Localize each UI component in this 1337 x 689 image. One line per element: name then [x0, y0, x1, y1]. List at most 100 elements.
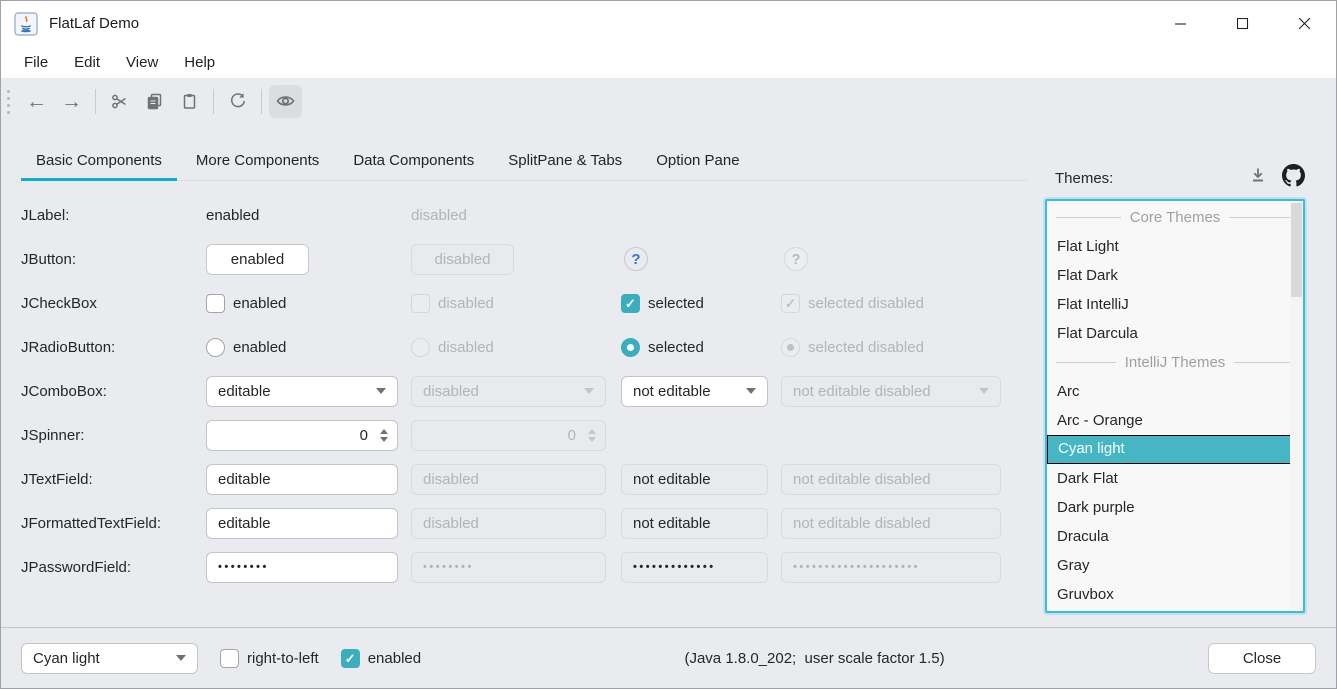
eye-icon: [276, 93, 295, 109]
menu-edit[interactable]: Edit: [61, 49, 113, 76]
check-icon: ✓: [345, 652, 356, 665]
bottom-bar: Cyan light right-to-left ✓ enabled (Java…: [1, 627, 1336, 688]
radio-enabled[interactable]: [206, 338, 225, 357]
theme-item-flat-darcula[interactable]: Flat Darcula: [1047, 319, 1303, 348]
enabled-label: enabled: [368, 650, 421, 667]
checkbox-selected-disabled: ✓: [781, 294, 800, 313]
toolbar: ← →: [1, 79, 1336, 123]
radio-selected[interactable]: [621, 338, 640, 357]
theme-combobox-value: Cyan light: [33, 650, 100, 667]
combobox-value: not editable: [633, 383, 711, 400]
radio-selected-disabled: [781, 338, 800, 357]
paste-button[interactable]: [173, 85, 206, 118]
checkbox-label: disabled: [438, 295, 494, 312]
enabled-checkbox[interactable]: ✓: [341, 649, 360, 668]
tab-basic-components[interactable]: Basic Components: [21, 141, 177, 180]
theme-item-cyan-light[interactable]: Cyan light: [1047, 435, 1303, 464]
toolbar-separator: [261, 89, 262, 114]
row-label: JLabel:: [21, 207, 206, 224]
theme-item-arc[interactable]: Arc: [1047, 377, 1303, 406]
theme-item-dark-flat[interactable]: Dark Flat: [1047, 464, 1303, 493]
java-app-icon: [14, 12, 38, 36]
question-mark-icon: ?: [791, 251, 800, 268]
menu-help[interactable]: Help: [171, 49, 228, 76]
combobox-value: editable: [218, 383, 271, 400]
github-icon[interactable]: [1282, 164, 1305, 192]
close-window-button[interactable]: [1274, 1, 1336, 46]
menu-file[interactable]: File: [11, 49, 61, 76]
button-enabled[interactable]: enabled: [206, 244, 309, 275]
theme-item-dark-purple[interactable]: Dark purple: [1047, 493, 1303, 522]
password-field-enabled[interactable]: ••••••••: [206, 552, 398, 583]
password-field-not-editable-disabled: ••••••••••••••••••••: [781, 552, 1001, 583]
theme-item-gray[interactable]: Gray: [1047, 551, 1303, 580]
minimize-button[interactable]: [1150, 1, 1212, 46]
spinner-enabled[interactable]: 0: [206, 420, 398, 451]
window-title: FlatLaf Demo: [49, 15, 139, 32]
tab-option-pane[interactable]: Option Pane: [641, 141, 754, 180]
row-label: JTextField:: [21, 471, 206, 488]
theme-item-flat-intellij[interactable]: Flat IntelliJ: [1047, 290, 1303, 319]
show-hide-toggle-button[interactable]: [269, 85, 302, 118]
theme-item-flat-dark[interactable]: Flat Dark: [1047, 261, 1303, 290]
checkbox-selected[interactable]: ✓: [621, 294, 640, 313]
spinner-arrows[interactable]: [380, 429, 388, 442]
menubar: File Edit View Help: [1, 46, 1336, 79]
spinner-up-icon: [588, 429, 596, 434]
password-field-not-editable[interactable]: •••••••••••••: [621, 552, 768, 583]
combobox-not-editable[interactable]: not editable: [621, 376, 768, 407]
row-label: JCheckBox: [21, 295, 206, 312]
titlebar: FlatLaf Demo: [1, 1, 1336, 46]
theme-item-gruvbox[interactable]: Gruvbox: [1047, 580, 1303, 609]
tab-data-components[interactable]: Data Components: [338, 141, 489, 180]
list-separator-core-themes: Core Themes: [1047, 203, 1303, 232]
themes-scrollbar-thumb[interactable]: [1291, 203, 1302, 297]
check-icon: ✓: [785, 297, 796, 310]
theme-item-dracula[interactable]: Dracula: [1047, 522, 1303, 551]
tab-more-components[interactable]: More Components: [181, 141, 334, 180]
themes-list: Core Themes Flat Light Flat Dark Flat In…: [1045, 199, 1305, 613]
tab-bar: Basic Components More Components Data Co…: [21, 141, 1027, 181]
spinner-arrows: [588, 429, 596, 442]
right-to-left-checkbox[interactable]: [220, 649, 239, 668]
theme-combobox[interactable]: Cyan light: [21, 643, 198, 674]
theme-item-arc-orange[interactable]: Arc - Orange: [1047, 406, 1303, 435]
tab-splitpane-tabs[interactable]: SplitPane & Tabs: [493, 141, 637, 180]
combobox-editable[interactable]: editable: [206, 376, 398, 407]
spinner-up-icon[interactable]: [380, 429, 388, 434]
checkbox-label: enabled: [233, 295, 286, 312]
spinner-down-icon[interactable]: [380, 437, 388, 442]
chevron-down-icon: [584, 388, 594, 394]
copy-button[interactable]: [138, 85, 171, 118]
back-arrow-icon: ←: [26, 91, 47, 112]
chevron-down-icon: [746, 388, 756, 394]
textfield-disabled: disabled: [411, 464, 606, 495]
theme-item-flat-light[interactable]: Flat Light: [1047, 232, 1303, 261]
radio-label: disabled: [438, 339, 494, 356]
themes-scrollbar[interactable]: [1290, 203, 1303, 611]
formatted-textfield-not-editable[interactable]: not editable: [621, 508, 768, 539]
maximize-button[interactable]: [1212, 1, 1274, 46]
window-controls: [1150, 1, 1336, 46]
formatted-textfield-not-editable-disabled: not editable disabled: [781, 508, 1001, 539]
toolbar-grip-handle[interactable]: [6, 88, 11, 114]
help-button-enabled[interactable]: ?: [624, 247, 648, 271]
checkbox-enabled[interactable]: [206, 294, 225, 313]
row-label: JRadioButton:: [21, 339, 206, 356]
back-button[interactable]: ←: [20, 85, 53, 118]
themes-header: Themes:: [1045, 165, 1305, 191]
menu-view[interactable]: View: [113, 49, 171, 76]
paste-icon: [181, 93, 198, 110]
textfield-editable[interactable]: editable: [206, 464, 398, 495]
cut-button[interactable]: [103, 85, 136, 118]
refresh-button[interactable]: [221, 85, 254, 118]
chevron-down-icon: [979, 388, 989, 394]
formatted-textfield-editable[interactable]: editable: [206, 508, 398, 539]
forward-button[interactable]: →: [55, 85, 88, 118]
textfield-not-editable[interactable]: not editable: [621, 464, 768, 495]
close-button[interactable]: Close: [1208, 643, 1316, 674]
radio-label: enabled: [233, 339, 286, 356]
copy-icon: [146, 93, 163, 110]
forward-arrow-icon: →: [61, 91, 82, 112]
download-icon[interactable]: [1248, 166, 1268, 191]
